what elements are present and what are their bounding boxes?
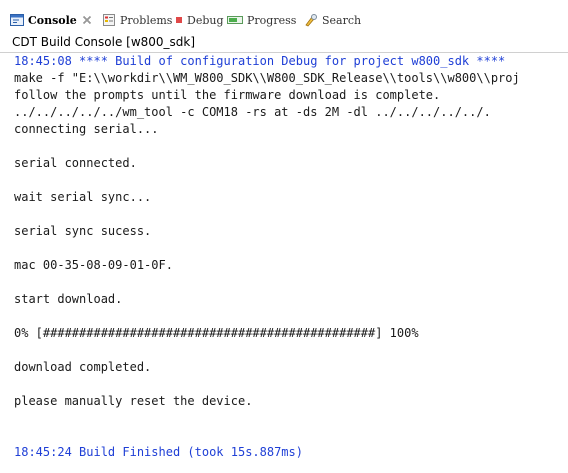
console-line: download completed.	[14, 360, 152, 374]
console-title: CDT Build Console [w800_sdk]	[12, 35, 196, 49]
console-line: serial connected.	[14, 156, 137, 170]
view-tab-bar: Console Problems Debug Progress Search	[0, 0, 568, 36]
debug-icon	[175, 13, 183, 27]
console-line: make -f "E:\\workdir\\WM_W800_SDK\\W800_…	[14, 71, 520, 85]
console-line: connecting serial...	[14, 122, 159, 136]
console-line: wait serial sync...	[14, 190, 152, 204]
tab-label: Search	[322, 13, 362, 27]
console-icon	[10, 13, 24, 27]
progress-icon	[227, 13, 243, 27]
tab-progress[interactable]: Progress	[227, 8, 296, 32]
console-line: please manually reset the device.	[14, 394, 253, 408]
console-line: 0% [####################################…	[14, 326, 419, 340]
close-icon[interactable]	[82, 15, 92, 25]
console-output[interactable]: 18:45:08 **** Build of configuration Deb…	[0, 53, 568, 473]
console-view: Console Problems Debug Progress Search C…	[0, 0, 568, 473]
tab-label: Progress	[247, 13, 297, 27]
console-line: start download.	[14, 292, 123, 306]
tab-problems[interactable]: Problems	[102, 8, 172, 32]
tab-console[interactable]: Console	[10, 8, 92, 32]
search-icon	[304, 13, 318, 27]
console-line: ../../../../../wm_tool -c COM18 -rs at -…	[14, 105, 491, 119]
problems-icon	[102, 13, 116, 27]
console-line: follow the prompts until the firmware do…	[14, 88, 441, 102]
tab-label: Console	[28, 13, 77, 27]
console-line: serial sync sucess.	[14, 224, 152, 238]
tab-debug[interactable]: Debug	[175, 8, 224, 32]
tab-label: Debug	[187, 13, 224, 27]
console-line: 18:45:08 **** Build of configuration Deb…	[14, 54, 506, 68]
console-line: mac 00-35-08-09-01-0F.	[14, 258, 173, 272]
tab-label: Problems	[120, 13, 173, 27]
console-line: 18:45:24 Build Finished (took 15s.887ms)	[14, 445, 303, 459]
tab-search[interactable]: Search	[304, 8, 361, 32]
